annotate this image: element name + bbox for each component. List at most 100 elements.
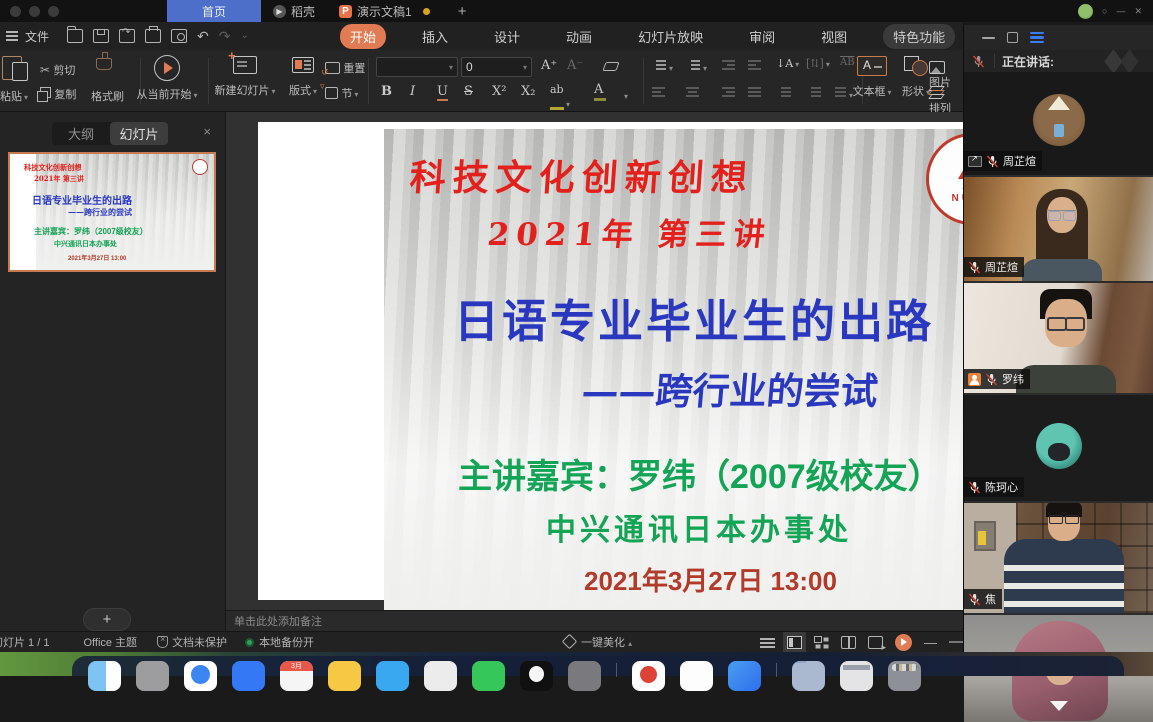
notes-view-icon[interactable] <box>760 636 775 649</box>
participant-tile[interactable]: 周芷煊 <box>964 177 1153 283</box>
zoom-window-icon[interactable] <box>48 6 59 17</box>
slide-title-image[interactable]: 科技文化创新创想 2021年 第三讲 1952 NUAA 日语专业毕业生的出路 … <box>384 129 963 610</box>
ribbon-tab-slideshow[interactable]: 幻灯片放映 <box>628 24 713 49</box>
dock-wechat-icon[interactable] <box>472 661 505 691</box>
dock-mail-icon[interactable] <box>232 661 265 691</box>
tab-docer[interactable]: ▶稻壳 <box>261 0 327 22</box>
superscript-button[interactable]: X² <box>492 84 506 99</box>
ribbon-tab-review[interactable]: 审阅 <box>739 24 785 49</box>
dock-qq-icon[interactable] <box>520 661 553 691</box>
file-menu[interactable]: 文件 <box>25 28 49 45</box>
present-view-icon[interactable] <box>868 636 883 649</box>
settings-icon[interactable]: ○ <box>1102 7 1107 16</box>
beautify-button[interactable]: 一键美化 ▴ <box>564 634 632 650</box>
dock-folder-icon[interactable] <box>792 661 825 691</box>
reading-view-icon[interactable] <box>841 636 856 649</box>
participant-tile[interactable]: 周芷煊 <box>964 72 1153 177</box>
traffic-lights[interactable] <box>10 6 59 17</box>
paragraph-spacing-button[interactable] <box>806 86 821 101</box>
close-window-icon[interactable] <box>10 6 21 17</box>
meeting-maximize-icon[interactable] <box>1007 32 1018 43</box>
close-icon[interactable]: ✕ <box>1134 7 1142 16</box>
save-icon[interactable] <box>93 29 109 43</box>
font-color-caret-icon[interactable] <box>622 88 628 102</box>
slide-thumbnail[interactable]: 科技文化创新创想 2021年 第三讲 日语专业毕业生的出路 ——跨行业的尝试 主… <box>8 152 216 272</box>
clear-format-icon[interactable] <box>604 60 618 74</box>
theme-label[interactable]: Office 主题 <box>83 634 137 650</box>
play-slideshow-button[interactable] <box>895 634 912 651</box>
dock-document-icon[interactable] <box>680 661 713 691</box>
backup-status[interactable]: 本地备份开 <box>245 634 314 650</box>
align-left-button[interactable] <box>652 86 667 101</box>
meeting-layout-icon[interactable] <box>1030 30 1044 45</box>
output-icon[interactable] <box>119 29 135 43</box>
new-slide-button[interactable]: 新建幻灯片 <box>211 56 279 98</box>
meeting-minimize-icon[interactable] <box>982 37 995 39</box>
dock-calendar-icon[interactable]: 3月 <box>280 661 313 691</box>
tab-slides[interactable]: 幻灯片 <box>110 122 168 145</box>
ribbon-tab-features[interactable]: 特色功能 <box>883 24 955 49</box>
text-direction-button[interactable]: ↓A <box>776 57 799 70</box>
ribbon-tab-start[interactable]: 开始 <box>340 24 386 49</box>
slide-canvas[interactable]: 科技文化创新创想 2021年 第三讲 1952 NUAA 日语专业毕业生的出路 … <box>226 112 963 610</box>
strikethrough-button[interactable]: S <box>464 84 473 99</box>
minimize-window-icon[interactable] <box>29 6 40 17</box>
italic-button[interactable]: I <box>410 84 415 99</box>
notes-pane[interactable]: 单击此处添加备注 <box>226 610 963 631</box>
account-avatar[interactable] <box>1078 4 1093 19</box>
play-from-current-button[interactable]: 从当前开始 <box>133 55 201 102</box>
dock-notes-icon[interactable] <box>328 661 361 691</box>
dock-netease-music-icon[interactable] <box>632 661 665 691</box>
ribbon-tab-view[interactable]: 视图 <box>811 24 857 49</box>
dock-trash-icon[interactable] <box>888 661 921 691</box>
slide-page[interactable]: 科技文化创新创想 2021年 第三讲 1952 NUAA 日语专业毕业生的出路 … <box>258 122 963 600</box>
section-button[interactable]: 节 <box>325 85 358 101</box>
protection-status[interactable]: 文档未保护 <box>157 634 227 650</box>
tab-outline[interactable]: 大纲 <box>52 122 110 145</box>
reset-button[interactable]: 重置 <box>325 60 365 76</box>
hamburger-menu-icon[interactable] <box>6 29 18 44</box>
decrease-indent-button[interactable] <box>722 59 737 74</box>
align-center-button[interactable] <box>686 86 701 101</box>
highlight-color-button[interactable]: ab <box>550 82 570 110</box>
dock-feishu-icon[interactable] <box>728 661 761 691</box>
ribbon-tab-animation[interactable]: 动画 <box>556 24 602 49</box>
font-name-select[interactable]: ▾ <box>376 57 458 77</box>
dock-preferences-icon[interactable] <box>424 661 457 691</box>
print-icon[interactable] <box>145 29 161 43</box>
print-preview-icon[interactable] <box>171 29 187 43</box>
zoom-out-icon[interactable]: — <box>924 635 937 650</box>
ribbon-tab-design[interactable]: 设计 <box>484 24 530 49</box>
scroll-down-arrow-icon[interactable] <box>1050 701 1068 711</box>
char-spacing-button[interactable]: [⇅] <box>806 57 830 70</box>
panel-close-icon[interactable]: × <box>203 124 211 139</box>
subscript-button[interactable]: X₂ <box>521 84 535 99</box>
numbering-button[interactable] <box>686 59 707 74</box>
ribbon-tab-insert[interactable]: 插入 <box>412 24 458 49</box>
dock-app-store-icon[interactable] <box>376 661 409 691</box>
increase-indent-button[interactable] <box>748 59 763 74</box>
dock-music-icon[interactable] <box>568 661 601 691</box>
layout-button[interactable]: 版式 <box>284 57 322 98</box>
dock-browser-icon[interactable] <box>184 661 217 691</box>
open-icon[interactable] <box>67 29 83 43</box>
normal-view-icon[interactable] <box>787 636 802 649</box>
increase-font-icon[interactable]: A⁺ <box>541 58 557 73</box>
font-color-button[interactable]: A <box>594 82 606 101</box>
dock-window-icon[interactable] <box>840 661 873 691</box>
participant-tile[interactable]: 焦 <box>964 503 1153 615</box>
decrease-font-icon[interactable]: A⁻ <box>567 58 583 73</box>
bullets-button[interactable] <box>652 59 673 74</box>
bold-button[interactable]: B <box>381 84 392 99</box>
more-commands-icon[interactable]: ⌄ <box>240 31 248 41</box>
participant-tile[interactable]: 陈珂心 <box>964 395 1153 503</box>
align-right-button[interactable] <box>722 86 737 101</box>
minimize-icon[interactable]: — <box>1116 7 1125 16</box>
tab-document[interactable]: P演示文稿1 <box>327 0 442 22</box>
cut-button[interactable]: ✂ 剪切 <box>40 62 75 78</box>
slide-sorter-icon[interactable] <box>814 636 829 649</box>
participant-tile[interactable]: 罗纬 <box>964 283 1153 395</box>
add-slide-button[interactable]: + <box>83 608 131 631</box>
undo-icon[interactable]: ↶ <box>197 29 209 43</box>
textbox-button[interactable]: 文本框 <box>846 56 898 99</box>
